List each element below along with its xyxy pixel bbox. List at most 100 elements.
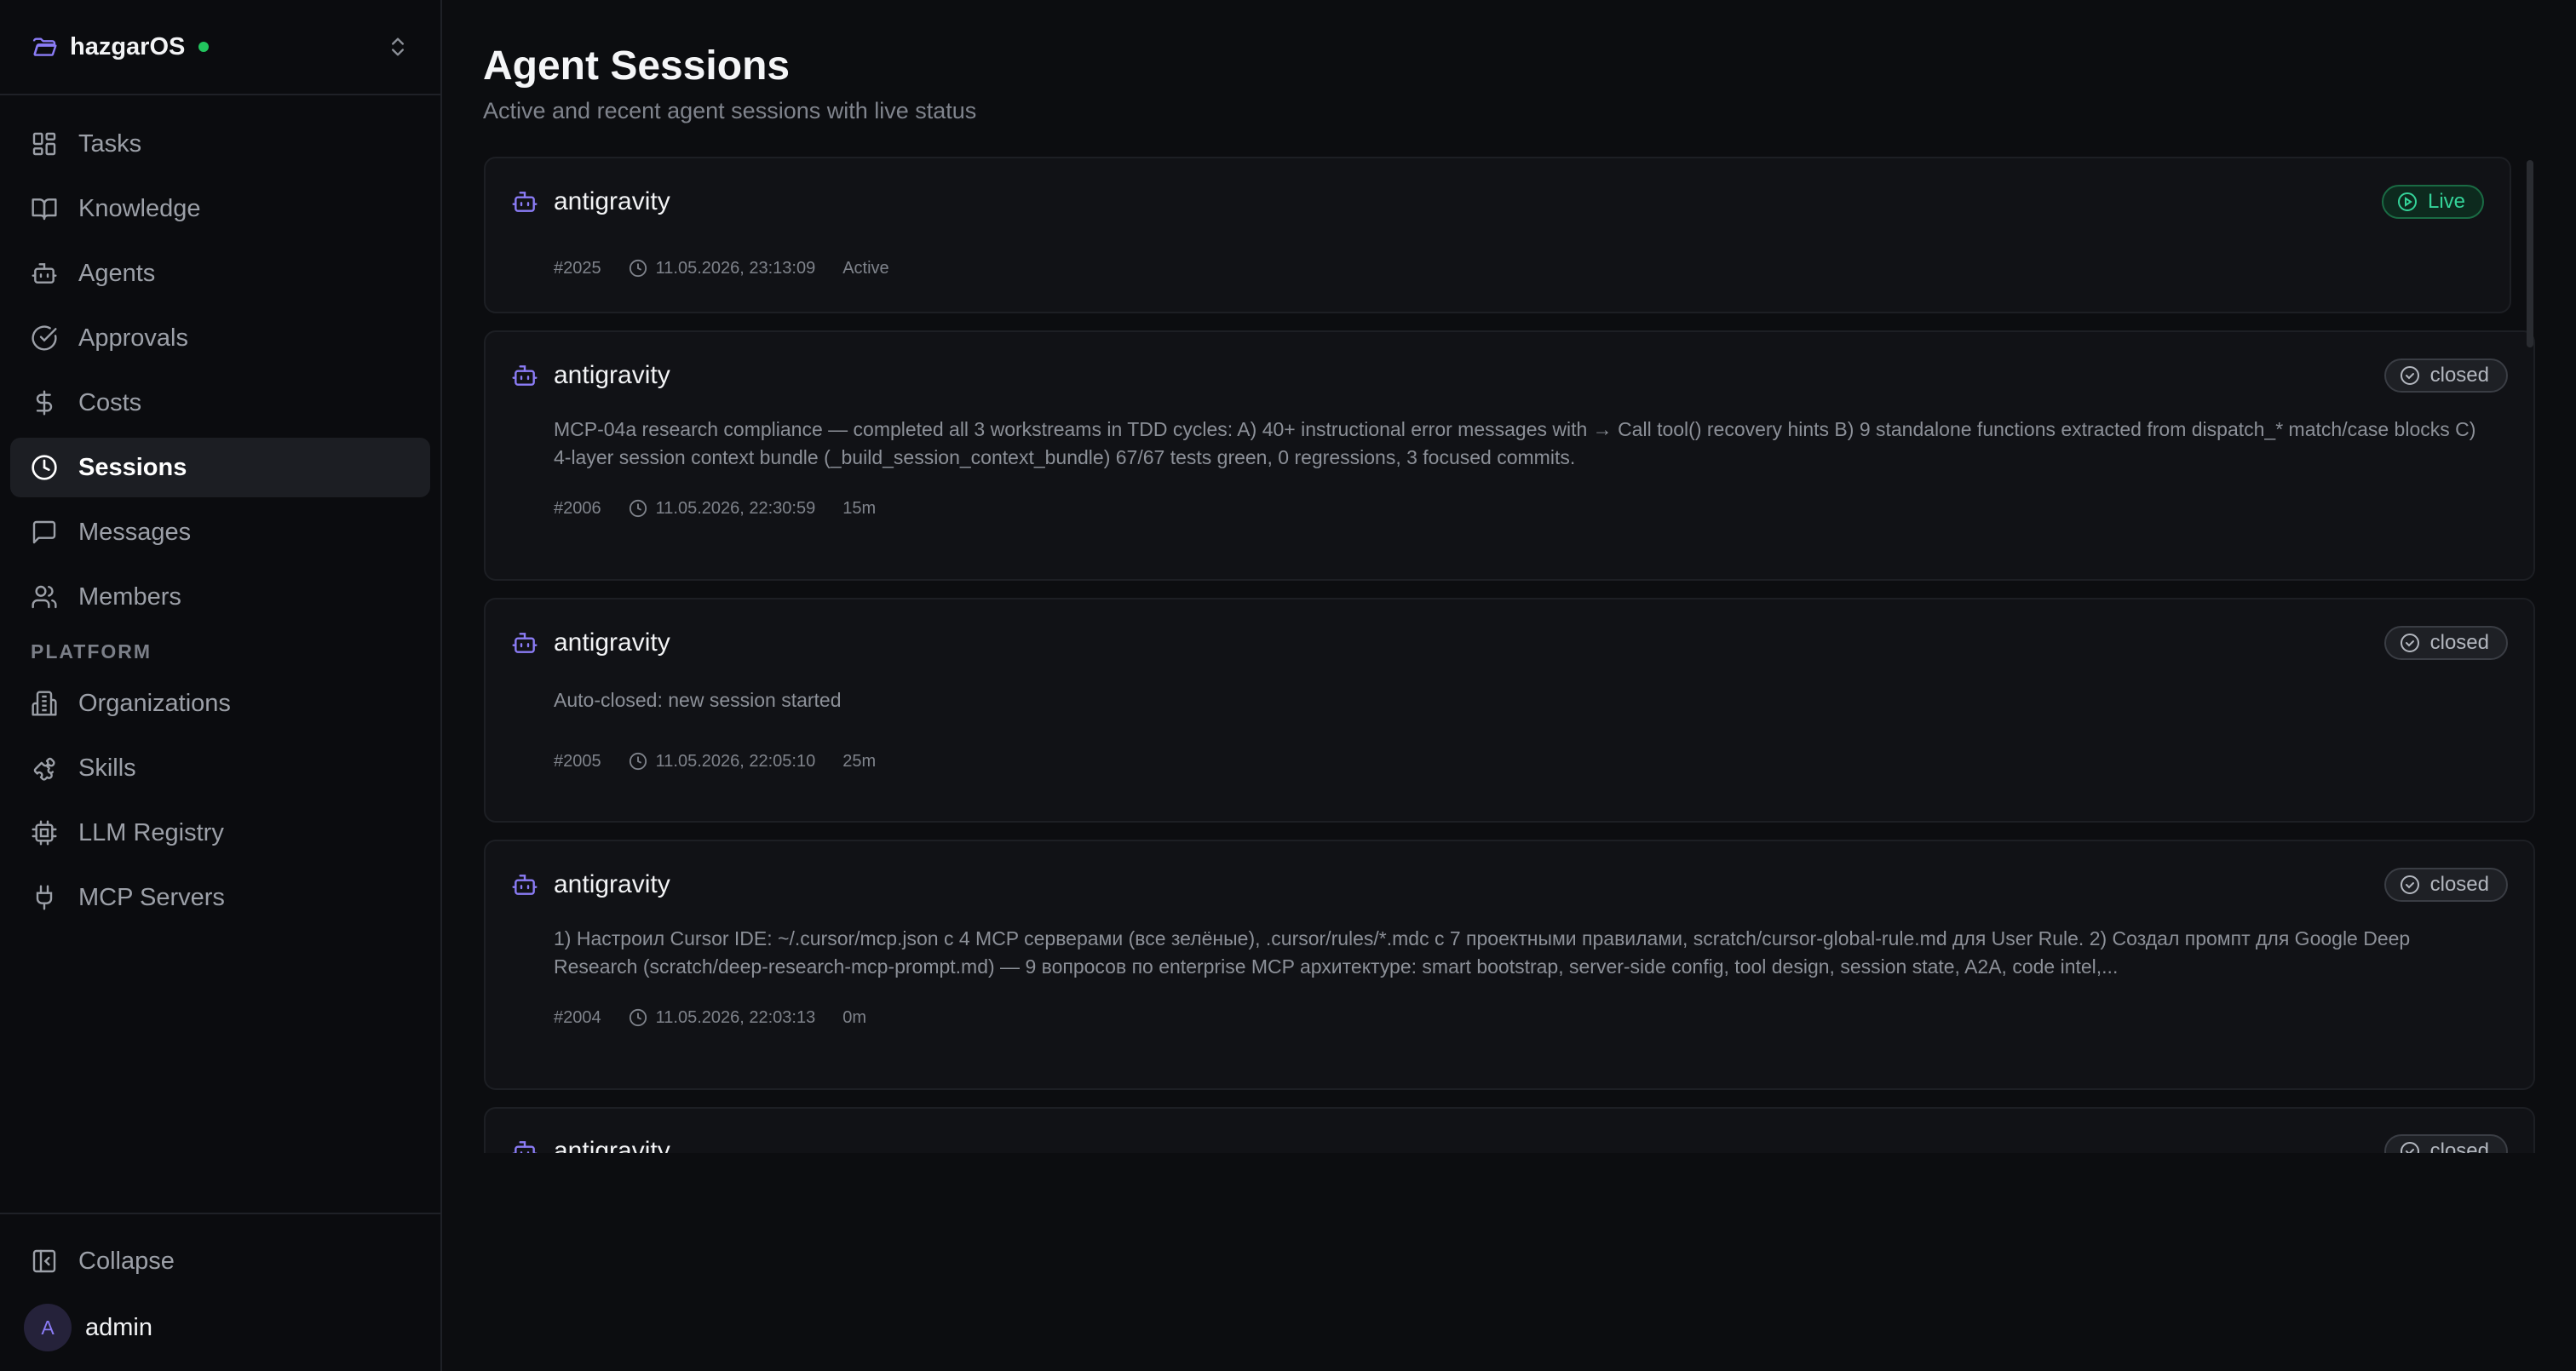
- session-id: #2025: [554, 258, 601, 278]
- book-icon: [31, 195, 58, 222]
- collapse-button[interactable]: Collapse: [10, 1231, 430, 1291]
- chevrons-up-down-icon[interactable]: [386, 33, 410, 60]
- page-subtitle: Active and recent agent sessions with li…: [483, 98, 977, 123]
- clock-icon: [629, 499, 647, 518]
- play-circle-icon: [2397, 192, 2417, 211]
- org-name: hazgarOS: [70, 32, 186, 60]
- nav-item-skills[interactable]: Skills: [10, 738, 430, 798]
- nav-item-label: MCP Servers: [78, 883, 225, 911]
- bot-icon: [512, 1141, 538, 1153]
- session-timestamp: 11.05.2026, 22:05:10: [655, 751, 816, 771]
- clock-icon: [629, 1008, 647, 1027]
- nav-item-label: Approvals: [78, 324, 188, 352]
- status-badge: closed: [2383, 359, 2508, 393]
- session-meta: #2004 11.05.2026, 22:03:13 0m: [511, 981, 2508, 1054]
- nav-item-organizations[interactable]: Organizations: [10, 674, 430, 733]
- bot-icon: [512, 633, 538, 653]
- session-timestamp: 11.05.2026, 23:13:09: [655, 258, 816, 278]
- avatar: A: [24, 1304, 72, 1351]
- nav-item-messages[interactable]: Messages: [10, 502, 430, 562]
- nav-item-agents[interactable]: Agents: [10, 244, 430, 303]
- dollar-icon: [31, 389, 58, 416]
- clock-icon: [629, 752, 647, 771]
- bot-icon: [512, 365, 538, 386]
- section-label-platform: PLATFORM: [31, 640, 152, 663]
- nav-item-tasks[interactable]: Tasks: [10, 114, 430, 174]
- nav-item-approvals[interactable]: Approvals: [10, 308, 430, 368]
- nav-item-knowledge[interactable]: Knowledge: [10, 179, 430, 238]
- check-circle-icon: [2400, 875, 2419, 894]
- session-agent-name: antigravity: [554, 361, 670, 389]
- session-agent-name: antigravity: [554, 187, 670, 215]
- nav-item-label: Organizations: [78, 689, 231, 717]
- session-timestamp: 11.05.2026, 22:03:13: [655, 1007, 816, 1027]
- session-description: MCP-04a research compliance — completed …: [554, 418, 2476, 468]
- session-id: #2005: [554, 751, 601, 771]
- plug-icon: [31, 884, 58, 911]
- session-meta: #2005 11.05.2026, 22:05:10 25m: [511, 714, 2508, 808]
- session-duration: Active: [842, 258, 889, 278]
- nav-item-label: LLM Registry: [78, 818, 224, 846]
- nav-item-label: Costs: [78, 388, 142, 416]
- session-id: #2004: [554, 1007, 601, 1027]
- bot-icon: [31, 260, 58, 287]
- session-card[interactable]: antigravity closed MCP-04a research comp…: [484, 330, 2535, 581]
- session-description: Auto-closed: new session started: [554, 689, 842, 711]
- status-badge-label: closed: [2429, 631, 2489, 654]
- nav-item-label: Skills: [78, 754, 136, 782]
- session-duration: 0m: [842, 1007, 866, 1027]
- clock-icon: [31, 454, 58, 481]
- nav-item-label: Knowledge: [78, 194, 201, 222]
- panel-collapse-icon: [31, 1248, 58, 1275]
- session-card[interactable]: antigravity Live #2025 11.05.2026, 23:13…: [484, 157, 2511, 313]
- chip-icon: [31, 819, 58, 846]
- scrollbar-thumb[interactable]: [2527, 160, 2533, 347]
- session-timestamp: 11.05.2026, 22:30:59: [655, 498, 816, 518]
- status-badge-label: Live: [2427, 190, 2465, 213]
- message-icon: [31, 519, 58, 546]
- page-title: Agent Sessions: [483, 43, 791, 89]
- check-circle-icon: [31, 324, 58, 352]
- session-card[interactable]: antigravity closed Auto-closed: new sess…: [484, 598, 2535, 823]
- nav-item-sessions[interactable]: Sessions: [10, 438, 430, 497]
- status-badge: closed: [2383, 626, 2508, 660]
- status-badge: closed: [2383, 1134, 2508, 1153]
- sidebar-footer: Collapse A admin: [0, 1213, 440, 1371]
- status-badge-label: closed: [2429, 364, 2489, 387]
- status-badge: Live: [2381, 185, 2484, 219]
- session-card[interactable]: antigravity closed: [484, 1107, 2535, 1153]
- grid-icon: [31, 130, 58, 158]
- building-icon: [31, 690, 58, 717]
- clock-icon: [629, 259, 647, 278]
- check-circle-icon: [2400, 634, 2419, 652]
- nav-item-llm-registry[interactable]: LLM Registry: [10, 803, 430, 863]
- nav-item-members[interactable]: Members: [10, 567, 430, 627]
- status-badge: closed: [2383, 868, 2508, 902]
- nav-item-costs[interactable]: Costs: [10, 373, 430, 433]
- check-circle-icon: [2400, 1142, 2419, 1153]
- nav-item-label: Agents: [78, 259, 156, 287]
- collapse-label: Collapse: [78, 1247, 175, 1275]
- session-agent-name: antigravity: [554, 1137, 670, 1153]
- users-icon: [31, 583, 58, 611]
- puzzle-icon: [31, 754, 58, 782]
- bot-icon: [512, 875, 538, 895]
- user-name: admin: [85, 1313, 152, 1341]
- sessions-list[interactable]: antigravity Live #2025 11.05.2026, 23:13…: [484, 157, 2535, 1153]
- session-meta: #2006 11.05.2026, 22:30:59 15m: [511, 472, 2508, 545]
- status-badge-label: closed: [2429, 1139, 2489, 1153]
- bot-icon: [512, 192, 538, 212]
- org-status-dot: [198, 42, 210, 52]
- nav-item-label: Messages: [78, 518, 192, 546]
- session-card[interactable]: antigravity closed 1) Настроил Cursor ID…: [484, 840, 2535, 1090]
- sidebar: hazgarOS Tasks Knowledge Agents Approval…: [0, 0, 442, 1371]
- org-switcher[interactable]: hazgarOS: [0, 0, 440, 95]
- nav-item-label: Members: [78, 582, 181, 611]
- nav-item-mcp-servers[interactable]: MCP Servers: [10, 868, 430, 927]
- scrollbar[interactable]: [2525, 157, 2535, 1153]
- status-badge-label: closed: [2429, 873, 2489, 896]
- session-meta: #2025 11.05.2026, 23:13:09 Active: [511, 245, 2484, 291]
- main-nav: Tasks Knowledge Agents Approvals Costs S…: [0, 95, 440, 932]
- session-agent-name: antigravity: [554, 628, 670, 657]
- user-menu[interactable]: A admin: [10, 1296, 430, 1359]
